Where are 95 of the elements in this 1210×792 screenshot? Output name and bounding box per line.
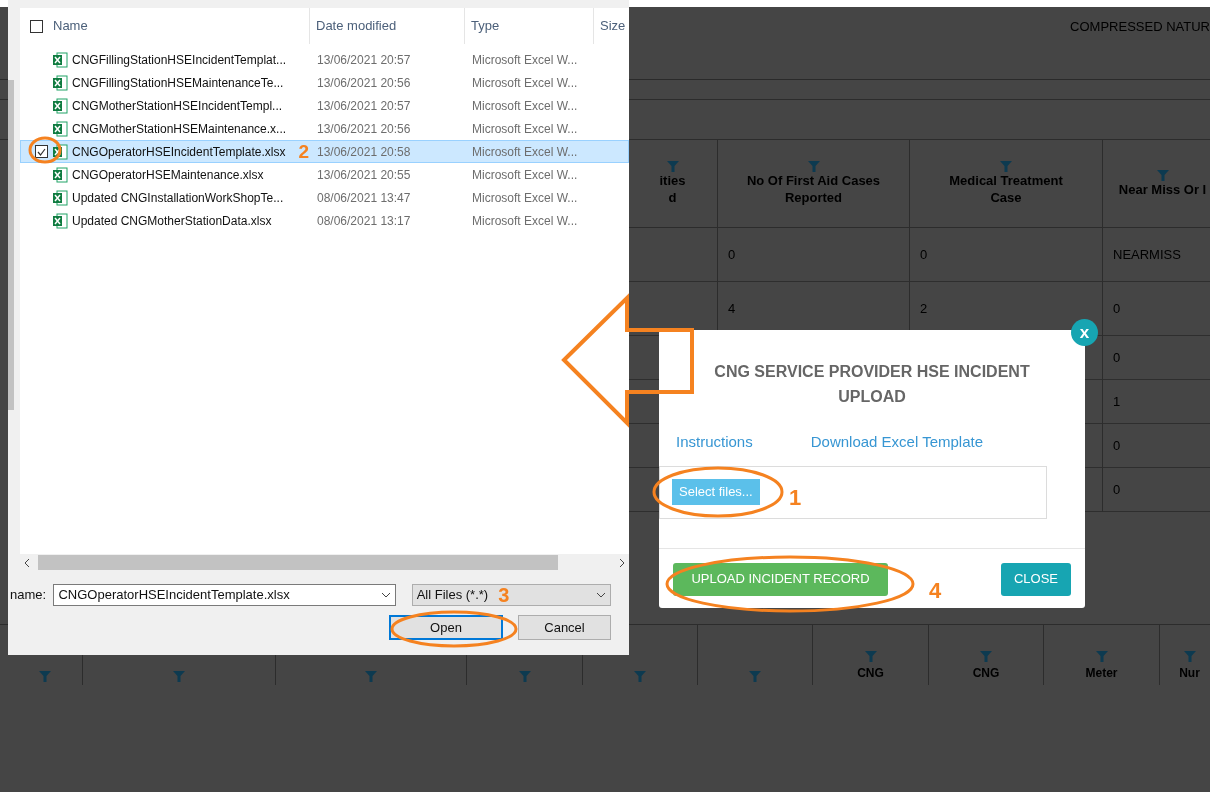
- file-row[interactable]: CNGMotherStationHSEIncidentTempl... 13/06/2021 20:57 Microsoft Excel W...: [20, 94, 629, 117]
- step-number: 2: [298, 141, 309, 162]
- file-name: Updated CNGMotherStationData.xlsx: [72, 212, 272, 230]
- column-header: ities d: [659, 172, 686, 206]
- filter-icon[interactable]: [634, 671, 646, 682]
- filter-icon[interactable]: [1156, 169, 1169, 181]
- filter-icon[interactable]: [749, 671, 761, 682]
- table-cell-text: 0: [920, 245, 928, 264]
- scrollbar-thumb[interactable]: [38, 555, 558, 570]
- step-number: 1: [789, 484, 802, 512]
- spreadsheet-file-icon: [52, 212, 68, 229]
- column-header: Nur: [1179, 665, 1200, 682]
- step-number: 3: [498, 585, 510, 605]
- dropdown-caret-icon[interactable]: [596, 592, 606, 598]
- file-type: Microsoft Excel W...: [471, 120, 579, 138]
- dropdown-caret-icon[interactable]: [380, 592, 391, 598]
- file-type: Microsoft Excel W...: [471, 212, 579, 230]
- table-cell-text: 0: [1113, 299, 1121, 318]
- column-header: Near Miss Or I: [1118, 180, 1207, 198]
- file-name: CNGFillingStationHSEIncidentTemplat...: [72, 51, 287, 69]
- spreadsheet-file-icon: [52, 120, 68, 137]
- file-date: 08/06/2021 13:17: [316, 212, 412, 230]
- table-cell-text: 2: [920, 299, 928, 318]
- highlight-circle: [28, 136, 62, 164]
- filter-icon[interactable]: [365, 671, 377, 682]
- file-name: CNGMotherStationHSEMaintenance.x...: [72, 120, 287, 138]
- scrollbar-thumb[interactable]: [8, 80, 14, 410]
- table-cell-text: 1: [1113, 392, 1121, 411]
- file-name-label: name:: [10, 586, 48, 605]
- file-row[interactable]: CNGOperatorHSEIncidentTemplate.xlsx 2 13/06/2021 20:58 Microsoft Excel W...: [20, 140, 629, 163]
- select-all-checkbox[interactable]: [30, 19, 43, 33]
- table-cell-text: 0: [1113, 436, 1121, 455]
- filter-icon[interactable]: [173, 671, 185, 682]
- column-header: No Of First Aid Cases Reported: [746, 172, 881, 206]
- file-row[interactable]: Updated CNGInstallationWorkShopTe... 08/06/2021 13:47 Microsoft Excel W...: [20, 186, 629, 209]
- table-cell-text: NEARMISS: [1113, 245, 1181, 264]
- column-header[interactable]: Name: [53, 16, 88, 36]
- table-cell-text: 4: [728, 299, 736, 318]
- filter-icon[interactable]: [980, 651, 992, 662]
- file-name: CNGFillingStationHSEMaintenanceTe...: [72, 74, 284, 92]
- file-name: CNGMotherStationHSEIncidentTempl...: [72, 97, 283, 115]
- file-date: 13/06/2021 20:57: [316, 97, 412, 115]
- file-type: Microsoft Excel W...: [471, 97, 579, 115]
- filter-icon[interactable]: [807, 161, 820, 172]
- file-row[interactable]: CNGMotherStationHSEMaintenance.x... 13/06/2021 20:56 Microsoft Excel W...: [20, 117, 629, 140]
- column-header[interactable]: Date modified: [316, 16, 397, 36]
- open-button[interactable]: Open: [389, 615, 503, 640]
- filter-icon[interactable]: [666, 161, 679, 172]
- file-date: 13/06/2021 20:56: [316, 74, 412, 92]
- spreadsheet-file-icon: [52, 189, 68, 206]
- file-type: Microsoft Excel W...: [471, 166, 579, 184]
- column-header: Medical Treatment Case: [949, 172, 1063, 206]
- modal-title: CNG SERVICE PROVIDER HSE INCIDENT UPLOAD: [713, 362, 1031, 407]
- file-type: Microsoft Excel W...: [471, 189, 579, 207]
- column-header[interactable]: Type: [471, 16, 500, 36]
- file-name-field[interactable]: CNGOperatorHSEIncidentTemplate.xlsx: [53, 584, 396, 606]
- spreadsheet-file-icon: [52, 143, 68, 160]
- file-date: 13/06/2021 20:57: [316, 51, 412, 69]
- spreadsheet-file-icon: [52, 74, 68, 91]
- filter-icon[interactable]: [1000, 161, 1012, 172]
- row-checkbox[interactable]: [35, 145, 48, 158]
- step-number: 4: [929, 577, 942, 605]
- file-date: 13/06/2021 20:55: [316, 166, 412, 184]
- filter-icon[interactable]: [1095, 651, 1108, 662]
- column-header: CNG: [972, 665, 1000, 682]
- spreadsheet-file-icon: [52, 166, 68, 183]
- file-row[interactable]: Updated CNGMotherStationData.xlsx 08/06/2021 13:17 Microsoft Excel W...: [20, 209, 629, 232]
- file-row[interactable]: CNGOperatorHSEMaintenance.xlsx 13/06/2021 20:55 Microsoft Excel W...: [20, 163, 629, 186]
- filter-icon[interactable]: [864, 651, 877, 662]
- table-cell-text: 0: [728, 245, 736, 264]
- column-header: CNG: [857, 665, 884, 682]
- check-icon: [37, 147, 46, 156]
- column-header[interactable]: Size: [600, 16, 626, 36]
- table-cell-text: 0: [1113, 480, 1121, 499]
- table-cell-text: 0: [1113, 348, 1121, 367]
- file-type: Microsoft Excel W...: [471, 51, 579, 69]
- cancel-button[interactable]: Cancel: [518, 615, 611, 640]
- file-name: Updated CNGInstallationWorkShopTe...: [72, 189, 284, 207]
- file-name: CNGOperatorHSEMaintenance.xlsx: [72, 166, 264, 184]
- spreadsheet-file-icon: [52, 51, 68, 68]
- column-header: Meter: [1085, 665, 1118, 682]
- file-date: 13/06/2021 20:58: [316, 143, 412, 161]
- file-type-dropdown[interactable]: All Files (*.*) 3: [411, 584, 611, 606]
- filter-icon[interactable]: [518, 671, 531, 682]
- file-date: 13/06/2021 20:56: [316, 120, 412, 138]
- filter-icon[interactable]: [1183, 651, 1196, 662]
- file-type: Microsoft Excel W...: [471, 74, 579, 92]
- file-row[interactable]: CNGFillingStationHSEIncidentTemplat... 13/06/2021 20:57 Microsoft Excel W...: [20, 48, 629, 71]
- page-title: COMPRESSED NATUR: [1070, 18, 1210, 36]
- file-name: CNGOperatorHSEIncidentTemplate.xlsx: [72, 143, 286, 161]
- file-date: 08/06/2021 13:47: [316, 189, 412, 207]
- filter-icon[interactable]: [39, 671, 51, 682]
- spreadsheet-file-icon: [52, 97, 68, 114]
- file-type: Microsoft Excel W...: [471, 143, 579, 161]
- file-row[interactable]: CNGFillingStationHSEMaintenanceTe... 13/06/2021 20:56 Microsoft Excel W...: [20, 71, 629, 94]
